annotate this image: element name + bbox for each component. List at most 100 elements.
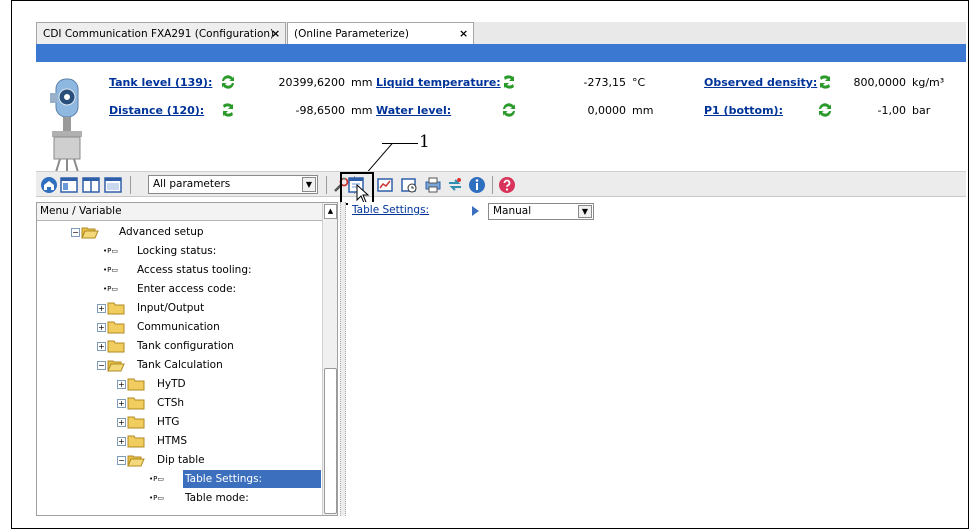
parameter-filter-select[interactable]: All parameters ▼ [148, 175, 318, 194]
distance-label[interactable]: Distance (120): [109, 104, 204, 117]
view-layout-2-icon[interactable] [82, 176, 100, 194]
callout-number: 1 [419, 132, 430, 152]
collapse-icon[interactable]: − [117, 456, 126, 465]
tree-item-label: Input/Output [137, 302, 205, 314]
liquid-temperature-label[interactable]: Liquid temperature: [376, 76, 501, 89]
tree-item-enter-access-code[interactable]: •P▭ Enter access code: [103, 280, 321, 298]
tree-item-label: Advanced setup [119, 226, 204, 238]
tab-online-parameterize[interactable]: (Online Parameterize) × [287, 22, 474, 44]
tree-item-dip-table[interactable]: − Dip table [117, 451, 321, 469]
chevron-up-icon[interactable]: ▲ [324, 204, 337, 219]
toolbar-separator [326, 176, 327, 194]
chevron-down-icon[interactable]: ▼ [578, 205, 592, 218]
home-icon[interactable] [40, 176, 58, 194]
tree-scrollbar[interactable]: ▲ [322, 203, 337, 515]
help-icon[interactable] [498, 176, 516, 194]
parameter-icon: •P▭ [103, 285, 118, 293]
close-icon[interactable]: × [459, 23, 468, 45]
parameter-icon: •P▭ [149, 494, 164, 502]
expand-icon[interactable]: + [97, 304, 106, 313]
tree-item-htg[interactable]: + HTG [117, 413, 321, 431]
refresh-icon [223, 103, 233, 117]
tree-item-table-mode[interactable]: •P▭ Table mode: [149, 489, 321, 507]
table-settings-select[interactable]: Manual ▼ [488, 203, 594, 220]
panel-splitter[interactable] [340, 202, 346, 516]
process-values-header: Tank level (139): 20399,6200 mm Distance… [36, 62, 966, 173]
liquid-temperature-unit: °C [632, 76, 646, 89]
tree-item-table-settings[interactable]: •P▭ Table Settings: [149, 470, 321, 488]
tab-bar: CDI Communication FXA291 (Configuration)… [36, 22, 966, 44]
folder-open-icon [107, 360, 125, 372]
chevron-down-icon[interactable]: ▼ [302, 177, 316, 192]
menu-tree-panel: Menu / Variable ▲ − Advanced setup •P▭ L… [36, 202, 338, 516]
refresh-icon [820, 75, 830, 89]
water-level-label[interactable]: Water level: [376, 104, 451, 117]
p1-bottom-unit: bar [912, 104, 931, 117]
expand-icon[interactable]: + [97, 323, 106, 332]
tree-item-label: Communication [137, 321, 220, 333]
water-level-unit: mm [632, 104, 654, 117]
collapse-icon[interactable]: − [71, 228, 80, 237]
tree-item-ctsh[interactable]: + CTSh [117, 394, 321, 412]
collapse-icon[interactable]: − [97, 361, 106, 370]
title-strip [36, 44, 966, 62]
refresh-icon [503, 103, 515, 117]
parameter-filter-value: All parameters [153, 178, 231, 190]
tree-item-tank-configuration[interactable]: + Tank configuration [97, 337, 321, 355]
folder-open-icon [81, 227, 99, 239]
tree-item-input-output[interactable]: + Input/Output [97, 299, 321, 317]
parameter-icon: •P▭ [149, 475, 164, 483]
tab-label: CDI Communication FXA291 (Configuration) [43, 28, 275, 40]
folder-icon [127, 378, 145, 391]
tree-item-hytd[interactable]: + HyTD [117, 375, 321, 393]
chart-icon[interactable] [376, 176, 394, 194]
view-layout-1-icon[interactable] [60, 176, 78, 194]
table-settings-value: Manual [493, 205, 532, 217]
refresh-icon [504, 75, 514, 89]
parameter-icon: •P▭ [103, 247, 118, 255]
tank-level-label[interactable]: Tank level (139): [109, 76, 212, 89]
tab-configuration[interactable]: CDI Communication FXA291 (Configuration)… [36, 22, 286, 44]
expand-icon[interactable]: + [117, 418, 126, 427]
expand-icon[interactable]: + [97, 342, 106, 351]
distance-unit: mm [351, 104, 373, 117]
folder-open-icon [127, 455, 145, 467]
close-icon[interactable]: × [271, 23, 280, 45]
info-icon[interactable] [468, 176, 486, 194]
print-icon[interactable] [424, 176, 442, 194]
tree-item-htms[interactable]: + HTMS [117, 432, 321, 450]
tree-item-label: Table Settings: [183, 470, 321, 488]
folder-icon [127, 435, 145, 448]
tab-label: (Online Parameterize) [294, 28, 409, 40]
tree-item-advanced-setup[interactable]: − Advanced setup [71, 223, 321, 241]
observed-density-value: 800,0000 [853, 76, 907, 89]
refresh-icon [819, 103, 831, 117]
expand-icon[interactable]: + [117, 399, 126, 408]
observed-density-unit: kg/m³ [912, 76, 945, 89]
compare-icon[interactable] [446, 176, 464, 194]
table-settings-label[interactable]: Table Settings: [352, 204, 429, 216]
tree-item-label: Locking status: [137, 245, 217, 257]
p1-bottom-value: -1,00 [877, 104, 906, 117]
tree-item-label: Enter access code: [137, 283, 237, 295]
tree-item-tank-calculation[interactable]: − Tank Calculation [97, 356, 321, 374]
expand-icon[interactable]: + [117, 437, 126, 446]
tree-item-access-status-tooling[interactable]: •P▭ Access status tooling: [103, 261, 321, 279]
tree-item-label: Access status tooling: [137, 264, 252, 276]
clock-icon[interactable] [400, 176, 418, 194]
expand-icon[interactable]: + [117, 380, 126, 389]
tree-item-locking-status[interactable]: •P▭ Locking status: [103, 242, 321, 260]
toolbar-separator [492, 176, 493, 194]
observed-density-label[interactable]: Observed density: [704, 76, 817, 89]
tree-item-label: Table mode: [185, 492, 249, 504]
parameter-icon: •P▭ [103, 266, 118, 274]
folder-icon [127, 397, 145, 410]
tree-header: Menu / Variable [37, 203, 337, 221]
view-layout-3-icon[interactable] [104, 176, 122, 194]
mouse-cursor-icon [356, 184, 370, 204]
p1-bottom-label[interactable]: P1 (bottom): [704, 104, 783, 117]
tree-item-communication[interactable]: + Communication [97, 318, 321, 336]
refresh-icon [222, 75, 234, 89]
arrow-right-icon [472, 206, 479, 216]
scrollbar-thumb[interactable] [324, 368, 337, 514]
